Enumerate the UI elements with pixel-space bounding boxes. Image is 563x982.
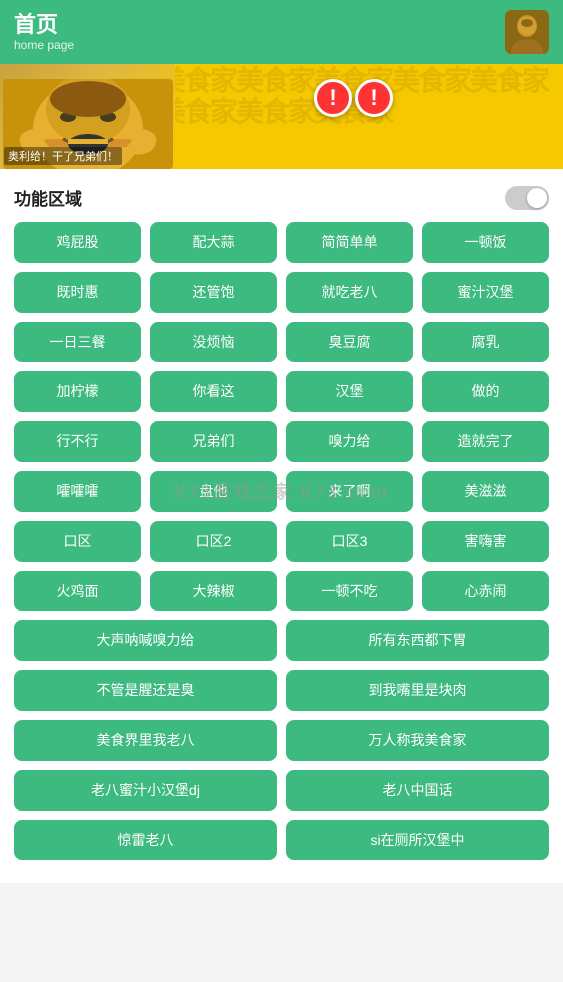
btn-laoba-zhongguohua[interactable]: 老八中国话 <box>286 770 549 811</box>
btn-jiuchilaoба[interactable]: 就吃老八 <box>286 272 413 313</box>
btn-daowo[interactable]: 到我嘴里是块肉 <box>286 670 549 711</box>
btn-meifannao[interactable]: 没烦恼 <box>150 322 277 363</box>
btn-huojimian[interactable]: 火鸡面 <box>14 571 141 612</box>
btn-dasheng[interactable]: 大声呐喊嗅力给 <box>14 620 277 661</box>
btn-nikanzhе[interactable]: 你看这 <box>150 371 277 412</box>
btn-xiongdimen[interactable]: 兄弟们 <box>150 421 277 462</box>
btn-panta[interactable]: 盘他 <box>150 471 277 512</box>
bang-mark-1: ! <box>314 79 352 117</box>
header-subtitle: home page <box>14 38 74 52</box>
button-row-7: 口区 口区2 口区3 害嗨害 <box>14 521 549 562</box>
btn-suoyou[interactable]: 所有东西都下胃 <box>286 620 549 661</box>
button-row-11: 美食界里我老八 万人称我美食家 <box>14 720 549 761</box>
btn-hanbao[interactable]: 汉堡 <box>286 371 413 412</box>
btn-jinglei[interactable]: 惊雷老八 <box>14 820 277 861</box>
banner: 美食家美食家美食家美食家美食家美食家美食家美食家美食家美食家美食家美食家 奥利给… <box>0 64 563 169</box>
btn-meizizi[interactable]: 美滋滋 <box>422 471 549 512</box>
button-row-13: 惊雷老八 si在厕所汉堡中 <box>14 820 549 861</box>
btn-meishijie[interactable]: 美食界里我老八 <box>14 720 277 761</box>
button-row-5: 行不行 兄弟们 嗅力给 造就完了 <box>14 421 549 462</box>
btn-kouqu1[interactable]: 口区 <box>14 521 141 562</box>
button-row-4: 加柠檬 你看这 汉堡 做的 <box>14 371 549 412</box>
btn-jiajinmeng[interactable]: 加柠檬 <box>14 371 141 412</box>
button-row-3: 一日三餐 没烦恼 臭豆腐 腐乳 <box>14 322 549 363</box>
button-row-9: 大声呐喊嗅力给 所有东西都下胃 <box>14 620 549 661</box>
btn-kouqu3[interactable]: 口区3 <box>286 521 413 562</box>
btn-haiguanbao[interactable]: 还管饱 <box>150 272 277 313</box>
header-title: 首页 <box>14 12 74 38</box>
btn-jishihui[interactable]: 既时惠 <box>14 272 141 313</box>
avatar[interactable] <box>505 10 549 54</box>
btn-jianjian[interactable]: 简简单单 <box>286 222 413 263</box>
function-toggle[interactable] <box>505 186 549 210</box>
btn-xiulige[interactable]: 嗅力给 <box>286 421 413 462</box>
btn-laoba-dj[interactable]: 老八蜜汁小汉堡dj <box>14 770 277 811</box>
exclamation-marks: ! ! <box>314 79 393 117</box>
btn-zaojiu[interactable]: 造就完了 <box>422 421 549 462</box>
btn-dalajiao[interactable]: 大辣椒 <box>150 571 277 612</box>
main-content: 功能区域 鸡屁股 配大蒜 简简单单 一顿饭 既时惠 还管饱 就吃老八 蜜汁汉堡 … <box>0 169 563 883</box>
button-row-1: 鸡屁股 配大蒜 简简单单 一顿饭 <box>14 222 549 263</box>
button-row-2: 既时惠 还管饱 就吃老八 蜜汁汉堡 <box>14 272 549 313</box>
button-row-6: 嚯嚯嚯 盘他 来了啊 美滋滋 <box>14 471 549 512</box>
btn-yirisancan[interactable]: 一日三餐 <box>14 322 141 363</box>
btn-kouqu2[interactable]: 口区2 <box>150 521 277 562</box>
btn-zuode[interactable]: 做的 <box>422 371 549 412</box>
button-row-8: 火鸡面 大辣椒 一顿不吃 心赤闹 <box>14 571 549 612</box>
btn-lailea[interactable]: 来了啊 <box>286 471 413 512</box>
header-left: 首页 home page <box>14 12 74 52</box>
btn-furu[interactable]: 腐乳 <box>422 322 549 363</box>
section-title: 功能区域 <box>14 185 82 210</box>
btn-si-cesuo[interactable]: si在厕所汉堡中 <box>286 820 549 861</box>
bang-mark-2: ! <box>355 79 393 117</box>
btn-yidunfan[interactable]: 一顿饭 <box>422 222 549 263</box>
header: 首页 home page <box>0 0 563 64</box>
btn-haihaihаi[interactable]: 害嗨害 <box>422 521 549 562</box>
btn-jipigo[interactable]: 鸡屁股 <box>14 222 141 263</box>
btn-choudoufu[interactable]: 臭豆腐 <box>286 322 413 363</box>
btn-huohuohuo[interactable]: 嚯嚯嚯 <box>14 471 141 512</box>
button-row-12: 老八蜜汁小汉堡dj 老八中国话 <box>14 770 549 811</box>
btn-mizhihanbao[interactable]: 蜜汁汉堡 <box>422 272 549 313</box>
btn-wanren[interactable]: 万人称我美食家 <box>286 720 549 761</box>
btn-yidunbuchi[interactable]: 一顿不吃 <box>286 571 413 612</box>
banner-caption: 奥利给！干了兄弟们！ <box>4 147 122 165</box>
button-row-10: 不管是腥还是臭 到我嘴里是块肉 <box>14 670 549 711</box>
btn-peidasuan[interactable]: 配大蒜 <box>150 222 277 263</box>
btn-xingbuxing[interactable]: 行不行 <box>14 421 141 462</box>
btn-buguan[interactable]: 不管是腥还是臭 <box>14 670 277 711</box>
section-header: 功能区域 <box>14 169 549 222</box>
btn-xinchilao[interactable]: 心赤闹 <box>422 571 549 612</box>
banner-face: 奥利给！干了兄弟们！ <box>0 64 175 169</box>
